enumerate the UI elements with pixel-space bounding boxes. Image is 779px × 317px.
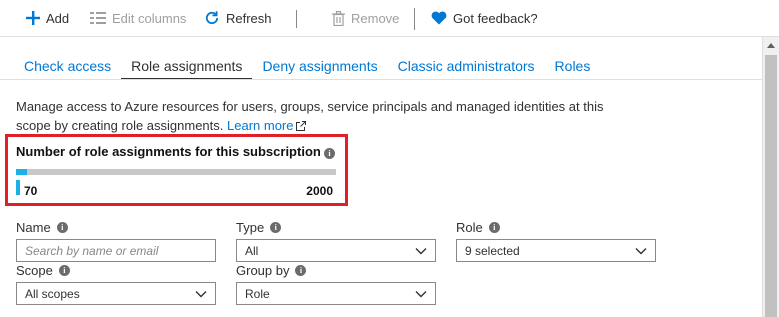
refresh-label: Refresh — [226, 10, 272, 26]
tab-roles[interactable]: Roles — [545, 50, 601, 80]
tab-role-assignments[interactable]: Role assignments — [121, 50, 253, 80]
info-icon[interactable]: i — [324, 148, 335, 159]
remove-label: Remove — [351, 10, 400, 26]
remove-button[interactable]: Remove — [332, 0, 399, 37]
add-button[interactable]: Add — [26, 0, 69, 37]
page-description: Manage access to Azure resources for use… — [16, 97, 606, 136]
type-label-text: Type — [236, 220, 265, 235]
toolbar-divider — [296, 10, 297, 28]
vertical-scrollbar[interactable] — [762, 37, 779, 317]
tab-check-access[interactable]: Check access — [14, 50, 121, 80]
add-label: Add — [46, 10, 70, 26]
scope-dropdown[interactable]: All scopes — [16, 282, 216, 305]
usage-progress-fill — [16, 169, 28, 175]
usage-max-value: 2000 — [306, 184, 333, 198]
name-filter-label: Name i — [16, 220, 68, 235]
tab-divider — [0, 79, 762, 80]
name-search-field[interactable] — [16, 239, 216, 262]
tab-classic-administrators[interactable]: Classic administrators — [388, 50, 545, 80]
role-label-text: Role — [456, 220, 483, 235]
tab-deny-assignments[interactable]: Deny assignments — [252, 50, 387, 80]
info-icon[interactable]: i — [295, 265, 307, 276]
learn-more-label: Learn more — [227, 118, 294, 133]
refresh-icon — [204, 10, 220, 26]
role-dropdown[interactable]: 9 selected — [456, 239, 656, 262]
scrollbar-thumb[interactable] — [765, 55, 777, 317]
heart-icon — [431, 11, 447, 25]
type-filter-label: Type i — [236, 220, 282, 235]
info-icon[interactable]: i — [488, 222, 500, 233]
role-filter-label: Role i — [456, 220, 500, 235]
name-label-text: Name — [16, 220, 51, 235]
chevron-down-icon — [635, 247, 647, 255]
name-search-input[interactable] — [25, 243, 207, 258]
type-dropdown-value: All — [245, 243, 259, 258]
scroll-up-arrow-icon[interactable] — [763, 39, 779, 51]
feedback-button[interactable]: Got feedback? — [431, 0, 538, 37]
group-by-dropdown-value: Role — [245, 286, 270, 301]
usage-current-marker — [16, 180, 20, 195]
usage-progress-bar — [16, 169, 336, 175]
group-by-dropdown[interactable]: Role — [236, 282, 436, 305]
info-icon[interactable]: i — [270, 222, 282, 233]
edit-columns-button[interactable]: Edit columns — [90, 0, 186, 37]
feedback-label: Got feedback? — [453, 10, 538, 26]
learn-more-link[interactable]: Learn more — [227, 118, 306, 133]
scope-filter-label: Scope i — [16, 263, 70, 278]
chevron-down-icon — [195, 290, 207, 298]
refresh-button[interactable]: Refresh — [204, 0, 272, 37]
scope-label-text: Scope — [16, 263, 53, 278]
scope-dropdown-value: All scopes — [25, 286, 80, 301]
plus-icon — [26, 11, 40, 25]
role-dropdown-value: 9 selected — [465, 243, 520, 258]
description-text: Manage access to Azure resources for use… — [16, 99, 604, 133]
group-by-label-text: Group by — [236, 263, 290, 278]
info-icon[interactable]: i — [58, 265, 70, 276]
edit-columns-label: Edit columns — [112, 10, 187, 26]
info-icon[interactable]: i — [56, 222, 68, 233]
group-by-filter-label: Group by i — [236, 263, 307, 278]
toolbar-divider — [414, 8, 415, 30]
command-bar: Add Edit columns Refresh Remove Got feed… — [0, 0, 779, 37]
chevron-down-icon — [415, 290, 427, 298]
trash-icon — [332, 10, 345, 26]
tab-bar: Check access Role assignments Deny assig… — [14, 50, 600, 80]
columns-icon — [90, 12, 106, 24]
chevron-down-icon — [415, 247, 427, 255]
type-dropdown[interactable]: All — [236, 239, 436, 262]
usage-title: Number of role assignments for this subs… — [16, 144, 321, 159]
usage-current-value: 70 — [24, 184, 38, 198]
